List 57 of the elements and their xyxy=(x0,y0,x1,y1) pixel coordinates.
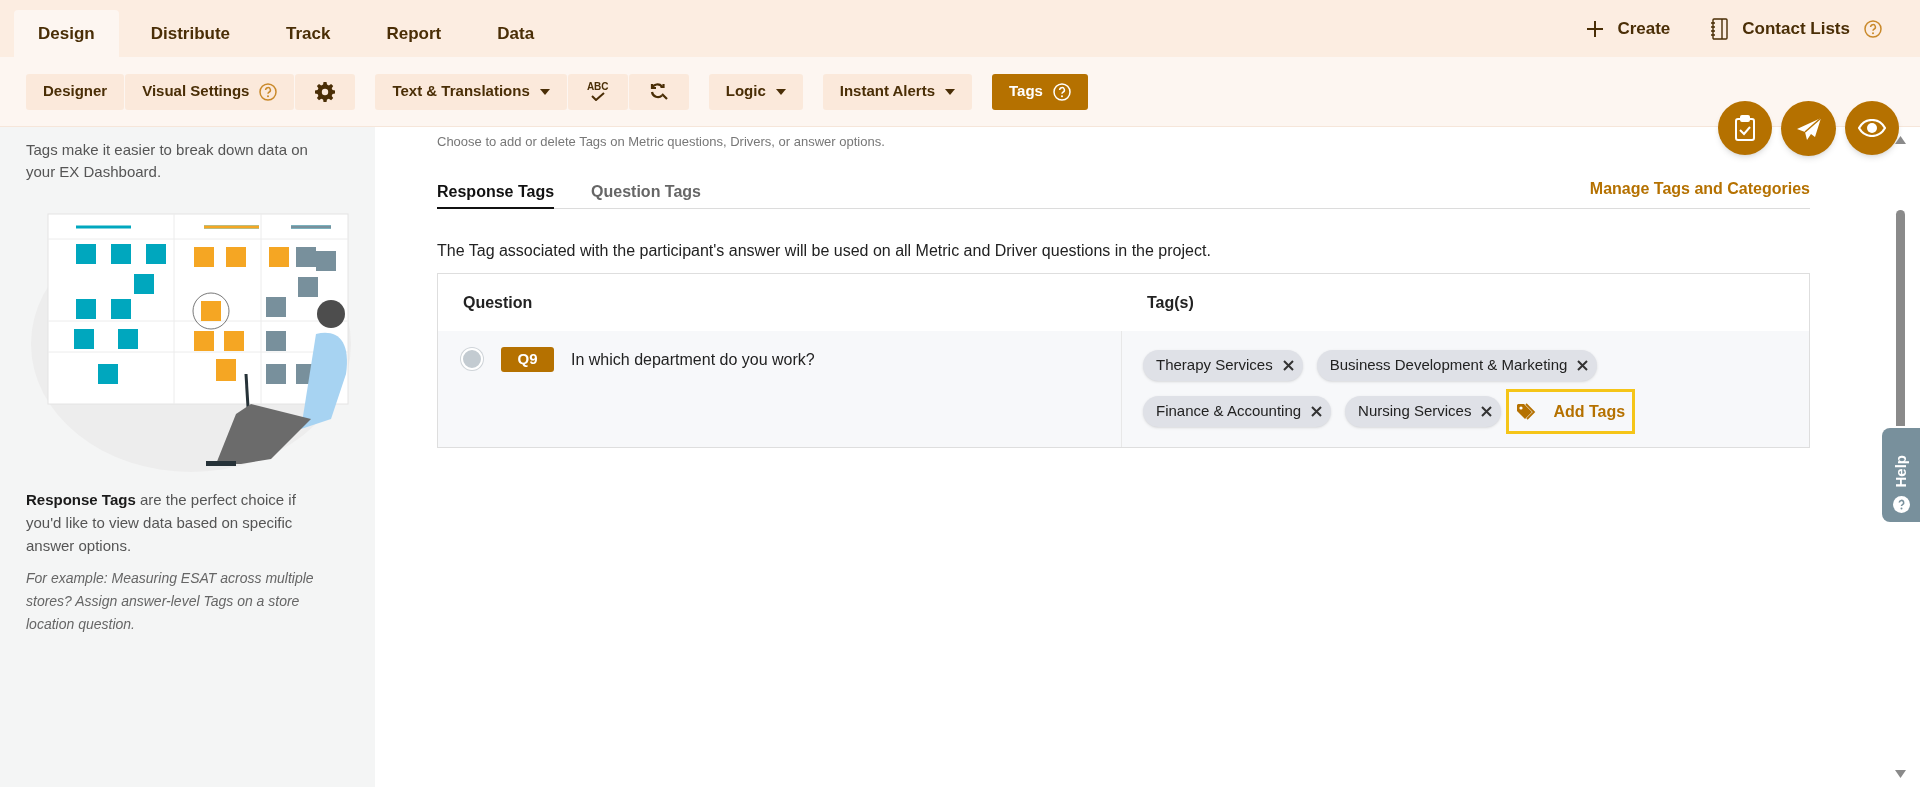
spellcheck-button[interactable]: ABC xyxy=(567,73,628,110)
column-header: Question xyxy=(462,292,534,313)
content-tab[interactable]: Response Tags xyxy=(437,177,555,209)
close-icon[interactable] xyxy=(1577,360,1589,371)
toolbar-button[interactable]: Tags xyxy=(992,73,1088,110)
plus-icon xyxy=(1587,20,1604,37)
sidebar-example: For example: Measuring ESAT across multiple stores? Assign answer-level Tags on a store location question. xyxy=(26,569,315,634)
column-header: Tag(s) xyxy=(1146,292,1195,313)
nav-tab[interactable]: Design xyxy=(14,10,119,57)
nav-tab[interactable]: Report xyxy=(362,10,466,57)
question-text: In which department do you work? xyxy=(571,350,815,370)
contact-lists-button[interactable]: Contact Lists xyxy=(1710,15,1882,42)
toolbar-button[interactable]: Visual Settings xyxy=(125,73,295,110)
caret-icon xyxy=(775,88,786,95)
tag-chip: Nursing Services xyxy=(1345,396,1502,427)
scrollbar-thumb[interactable] xyxy=(1896,210,1905,426)
manage-tags-link[interactable]: Manage Tags and Categories xyxy=(1589,177,1810,201)
sidebar-description: Response Tags are the perfect choice if you'd like to view data based on specific answer options. xyxy=(26,490,297,556)
checkmark-icon xyxy=(590,92,605,101)
toolbar-button[interactable]: Instant Alerts xyxy=(822,73,973,110)
review-button[interactable] xyxy=(1718,101,1772,155)
eye-icon xyxy=(1858,119,1886,137)
settings-icon xyxy=(315,81,336,102)
content-tab[interactable]: Question Tags xyxy=(591,177,701,209)
scroll-up-icon[interactable] xyxy=(1895,136,1906,144)
help-icon xyxy=(1892,496,1910,513)
tag-chip: Business Development & Marketing xyxy=(1316,350,1598,381)
nav-tab[interactable]: Data xyxy=(473,10,559,57)
toolbar-button[interactable]: Text & Translations xyxy=(375,73,567,110)
caret-icon xyxy=(539,88,550,95)
toolbar-button[interactable]: Logic xyxy=(708,73,803,110)
tag-chip: Therapy Services xyxy=(1143,350,1303,381)
create-button[interactable]: Create xyxy=(1587,15,1671,42)
close-icon[interactable] xyxy=(1481,406,1493,417)
add-tags-button[interactable]: Add Tags xyxy=(1506,389,1636,434)
close-icon[interactable] xyxy=(1311,406,1323,417)
nav-tab[interactable]: Distribute xyxy=(126,10,255,57)
scroll-down-icon[interactable] xyxy=(1895,770,1906,778)
tag-icon xyxy=(1516,402,1537,421)
sidebar-intro: Tags make it easier to break down data on your EX Dashboard. xyxy=(26,140,309,182)
radio-button[interactable] xyxy=(461,348,483,370)
subtitle: Choose to add or delete Tags on Metric questions, Drivers, or answer options. xyxy=(437,133,886,150)
refresh-search-icon xyxy=(648,81,669,102)
help-icon[interactable] xyxy=(259,82,278,101)
nav-tab[interactable]: Track xyxy=(262,10,355,57)
close-icon[interactable] xyxy=(1282,360,1294,371)
settings-button[interactable] xyxy=(295,73,356,110)
description: The Tag associated with the participant's answer will be used on all Metric and Driver questions in the project. xyxy=(437,241,1212,261)
toolbar-button[interactable]: Designer xyxy=(26,73,125,110)
notebook-icon xyxy=(1710,17,1729,40)
paper-plane-icon xyxy=(1795,116,1822,141)
find-replace-button[interactable] xyxy=(628,73,689,110)
tag-chip: Finance & Accounting xyxy=(1143,396,1332,427)
help-icon[interactable] xyxy=(1864,19,1882,38)
clipboard-check-icon xyxy=(1734,115,1756,141)
caret-icon xyxy=(945,88,956,95)
question-number-badge: Q9 xyxy=(501,347,554,372)
